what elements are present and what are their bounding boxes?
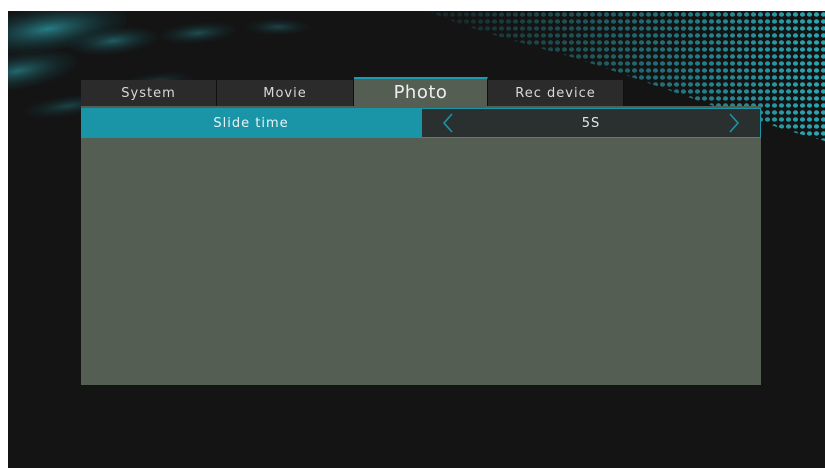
settings-tabs: System Movie Photo Rec device	[81, 77, 624, 106]
chevron-right-icon[interactable]	[726, 112, 742, 134]
tab-movie[interactable]: Movie	[217, 80, 354, 106]
tv-screen: System Movie Photo Rec device Slide time…	[8, 11, 825, 468]
tab-photo[interactable]: Photo	[354, 77, 488, 106]
setting-label: Slide time	[81, 108, 421, 138]
chevron-left-icon[interactable]	[440, 112, 456, 134]
setting-row-slide-time[interactable]: Slide time 5S	[81, 108, 761, 138]
settings-panel: Slide time 5S	[81, 106, 761, 385]
setting-value-selector[interactable]: 5S	[421, 108, 761, 138]
tab-system[interactable]: System	[81, 80, 217, 106]
tab-rec-device[interactable]: Rec device	[488, 80, 624, 106]
setting-value: 5S	[581, 115, 601, 131]
